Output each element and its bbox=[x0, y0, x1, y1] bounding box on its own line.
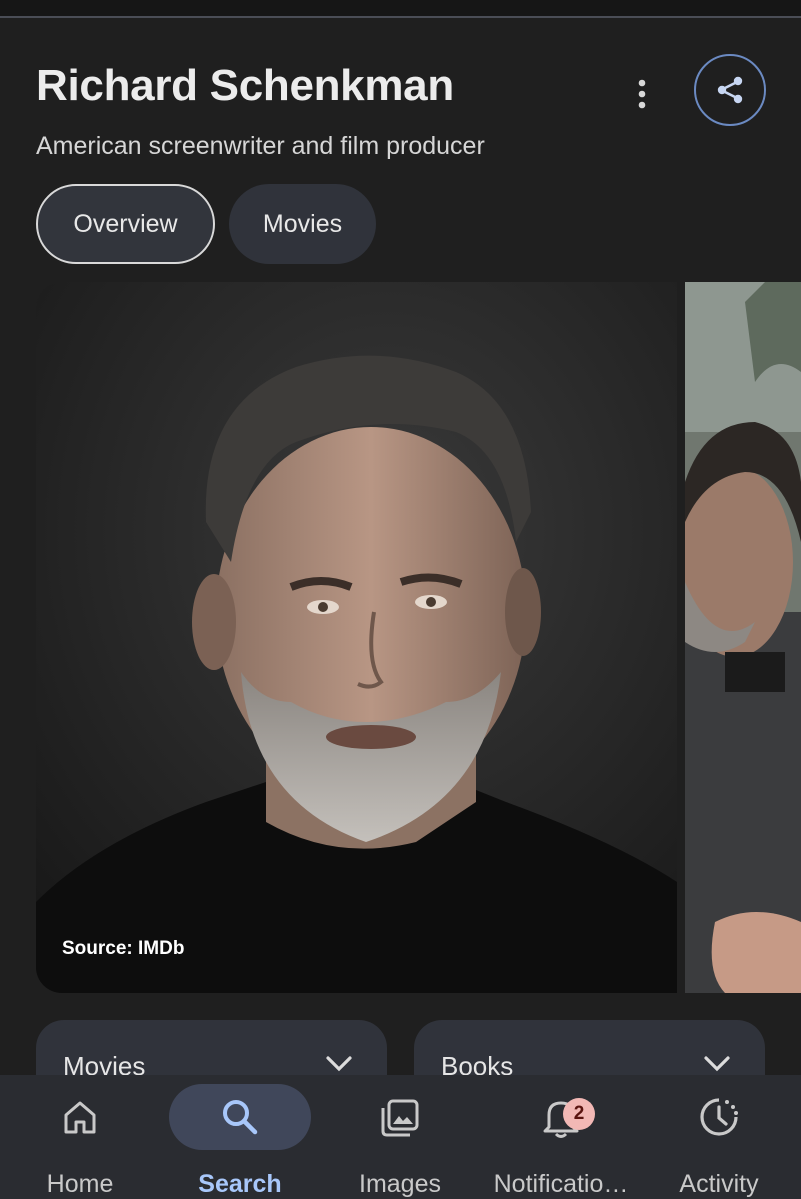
more-options-button[interactable] bbox=[622, 72, 662, 116]
main-portrait-image[interactable] bbox=[36, 282, 677, 993]
image-source-label: Source: IMDb bbox=[62, 938, 185, 959]
nav-activity-icon-container bbox=[648, 1084, 790, 1150]
images-icon bbox=[381, 1099, 419, 1137]
share-icon bbox=[717, 76, 743, 104]
secondary-illustration bbox=[685, 282, 801, 993]
nav-search-label: Search bbox=[198, 1170, 282, 1198]
nav-activity-label: Activity bbox=[679, 1170, 759, 1198]
nav-images[interactable]: Images bbox=[329, 1075, 471, 1199]
bottom-navigation-bar: Home Search Images 2 Notificatio… Activi… bbox=[0, 1075, 801, 1199]
share-button[interactable] bbox=[694, 54, 766, 126]
home-icon bbox=[64, 1101, 96, 1134]
nav-notifications-label: Notificatio… bbox=[493, 1170, 629, 1198]
more-vert-icon bbox=[638, 79, 646, 109]
tab-movies-label: Movies bbox=[262, 209, 343, 238]
nav-activity[interactable]: Activity bbox=[648, 1075, 790, 1199]
tab-movies[interactable]: Movies bbox=[229, 184, 376, 264]
nav-home[interactable]: Home bbox=[9, 1075, 151, 1199]
search-icon bbox=[223, 1100, 258, 1135]
nav-home-label: Home bbox=[46, 1170, 114, 1198]
nav-notifications-icon-container: 2 bbox=[480, 1084, 642, 1150]
notification-count-badge: 2 bbox=[563, 1098, 595, 1130]
nav-images-label: Images bbox=[359, 1170, 441, 1198]
chevron-down-icon bbox=[326, 1056, 352, 1072]
status-area bbox=[0, 0, 801, 16]
knowledge-panel-page: Richard Schenkman American screenwriter … bbox=[0, 0, 801, 1199]
divider bbox=[0, 16, 801, 18]
nav-images-icon-container bbox=[329, 1084, 471, 1150]
secondary-image[interactable] bbox=[685, 282, 801, 993]
portrait-illustration bbox=[36, 282, 677, 993]
nav-search[interactable]: Search bbox=[169, 1075, 311, 1199]
chevron-down-icon bbox=[704, 1056, 730, 1072]
entity-subtitle: American screenwriter and film producer bbox=[36, 132, 485, 160]
nav-home-icon-container bbox=[9, 1084, 151, 1150]
nav-notifications[interactable]: 2 Notificatio… bbox=[480, 1075, 642, 1199]
tab-overview-label: Overview bbox=[73, 209, 178, 238]
activity-icon bbox=[700, 1098, 738, 1136]
tab-overview[interactable]: Overview bbox=[36, 184, 215, 264]
nav-search-icon-container bbox=[169, 1084, 311, 1150]
entity-title: Richard Schenkman bbox=[36, 61, 454, 110]
